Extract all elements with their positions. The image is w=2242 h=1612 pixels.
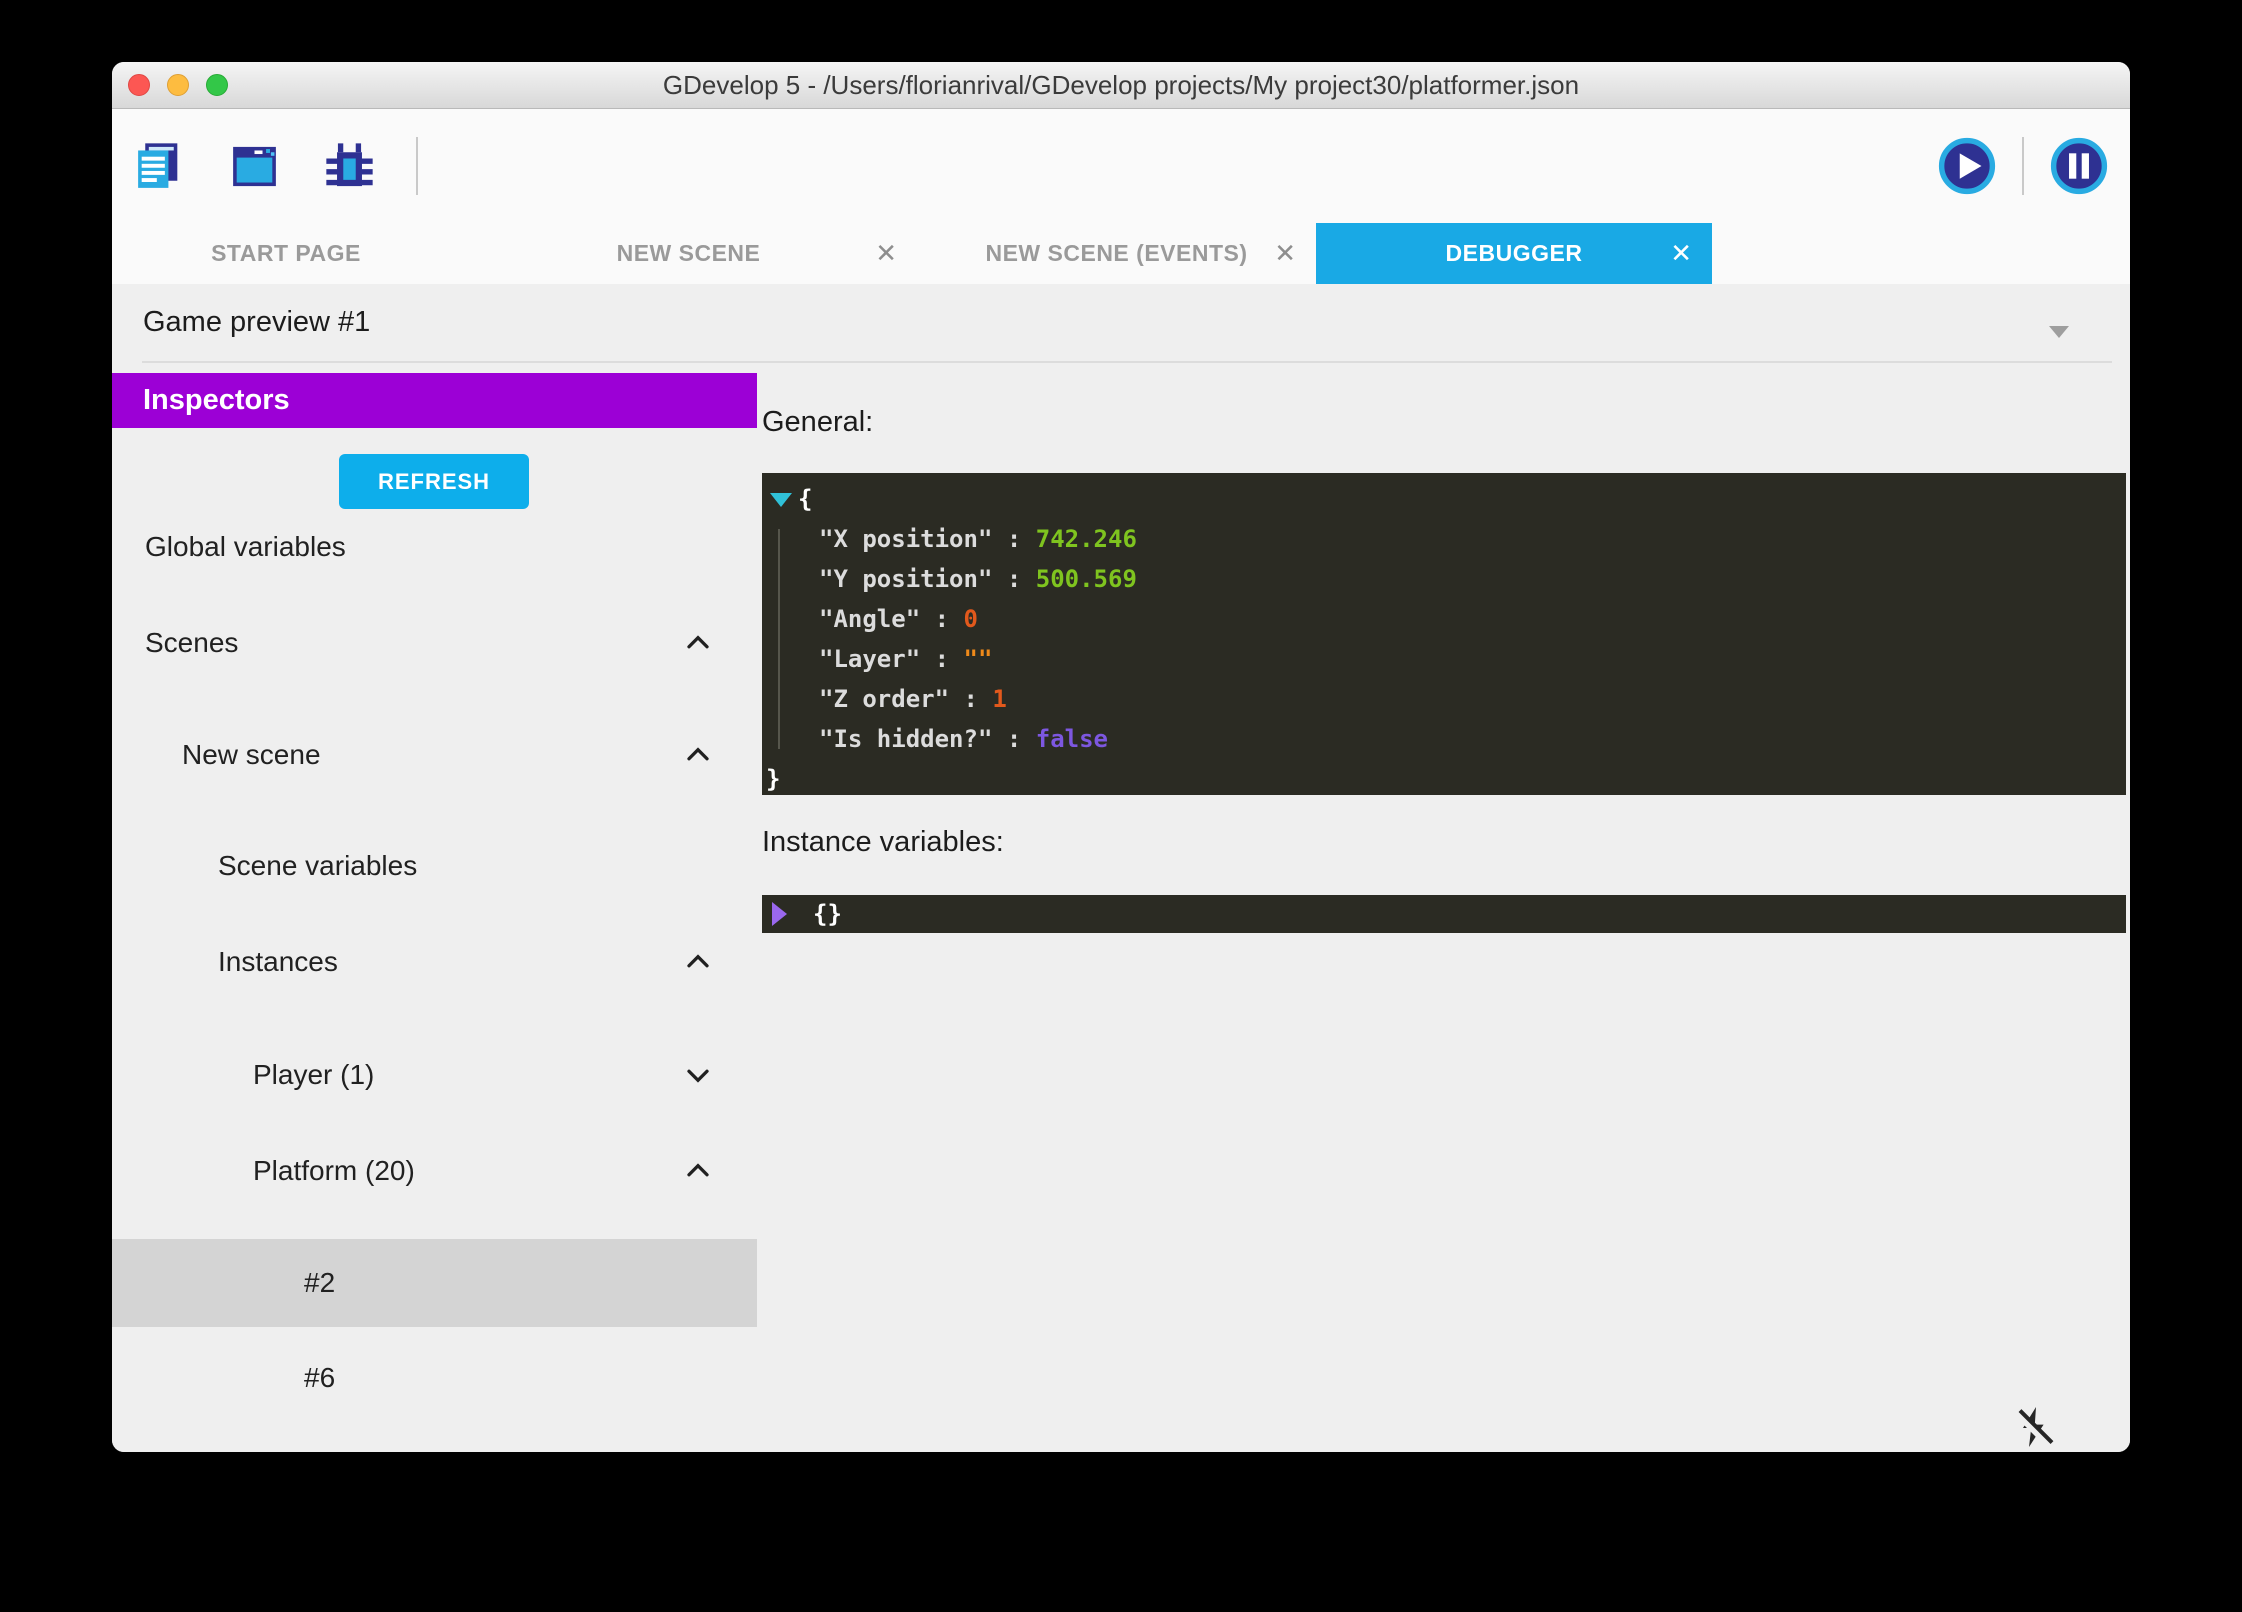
title-bar: GDevelop 5 - /Users/florianrival/GDevelo…: [112, 62, 2130, 109]
tab-new-scene[interactable]: NEW SCENE ✕: [460, 223, 917, 284]
tree-item-instance-6[interactable]: #6: [112, 1334, 757, 1422]
json-value: false: [1036, 725, 1108, 753]
gdevelop-window: GDevelop 5 - /Users/florianrival/GDevelo…: [112, 62, 2130, 1452]
tree-item-instances[interactable]: Instances: [112, 918, 757, 1006]
toolbar: [112, 109, 2130, 223]
triangle-right-icon[interactable]: [772, 902, 787, 926]
chevron-up-icon[interactable]: [680, 625, 716, 661]
chevron-up-icon[interactable]: [680, 944, 716, 980]
tree-item-scenes[interactable]: Scenes: [112, 599, 757, 687]
json-row-layer: "Layer" : "": [762, 639, 2126, 679]
chevron-down-icon[interactable]: [680, 1057, 716, 1093]
refresh-button[interactable]: REFRESH: [339, 454, 529, 509]
game-preview-label: Game preview #1: [143, 284, 370, 361]
json-value: 500.569: [1036, 565, 1137, 593]
general-section-label: General:: [762, 406, 873, 439]
tree-item-global-variables[interactable]: Global variables: [112, 503, 757, 591]
debugger-content: Game preview #1 Inspectors REFRESH Globa…: [112, 284, 2130, 1452]
indent-guide: [778, 529, 780, 749]
toolbar-playback-group: [1938, 137, 2108, 195]
json-row-z-order: "Z order" : 1: [762, 679, 2126, 719]
screen: GDevelop 5 - /Users/florianrival/GDevelo…: [0, 0, 2242, 1612]
close-icon[interactable]: ✕: [1670, 223, 1692, 284]
window-title: GDevelop 5 - /Users/florianrival/GDevelo…: [112, 62, 2130, 108]
json-row-x-position: "X position" : 742.246: [762, 519, 2126, 559]
instance-variables-section-label: Instance variables:: [762, 826, 1004, 859]
pause-icon[interactable]: [2050, 137, 2108, 195]
json-row-is-hidden: "Is hidden?" : false: [762, 719, 2126, 759]
open-brace: {: [798, 485, 812, 513]
inspectors-header: Inspectors: [112, 373, 757, 428]
tab-debugger[interactable]: DEBUGGER ✕: [1316, 223, 1712, 284]
json-row-y-position: "Y position" : 500.569: [762, 559, 2126, 599]
bug-icon[interactable]: [321, 138, 378, 195]
close-window-icon[interactable]: [128, 74, 150, 96]
toolbar-divider: [416, 137, 418, 195]
dropdown-caret-icon[interactable]: [2049, 326, 2069, 338]
tree-item-new-scene[interactable]: New scene: [112, 711, 757, 799]
json-value: "": [964, 645, 993, 673]
inspectors-title: Inspectors: [143, 373, 757, 428]
game-preview-selector[interactable]: Game preview #1: [112, 284, 2130, 361]
flash-off-icon[interactable]: [2010, 1403, 2058, 1451]
tab-label: NEW SCENE (EVENTS): [985, 240, 1247, 267]
tab-label: NEW SCENE: [617, 240, 761, 267]
tree-item-instance-2[interactable]: #2: [112, 1239, 757, 1327]
tab-bar: START PAGE NEW SCENE ✕ NEW SCENE (EVENTS…: [112, 223, 2130, 284]
instance-variables-json-view: {}: [762, 895, 2126, 933]
divider: [142, 361, 2112, 363]
tab-label: START PAGE: [211, 240, 361, 267]
triangle-down-icon[interactable]: [770, 493, 792, 507]
close-brace: }: [766, 765, 780, 793]
chevron-up-icon[interactable]: [680, 1153, 716, 1189]
tree-item-scene-variables[interactable]: Scene variables: [112, 822, 757, 910]
minimize-window-icon[interactable]: [167, 74, 189, 96]
tree-item-player[interactable]: Player (1): [112, 1031, 757, 1119]
json-row-angle: "Angle" : 0: [762, 599, 2126, 639]
traffic-lights: [128, 62, 228, 108]
tab-start-page[interactable]: START PAGE: [112, 223, 460, 284]
playback-divider: [2022, 137, 2024, 195]
tab-label: DEBUGGER: [1446, 240, 1583, 267]
close-icon[interactable]: ✕: [875, 223, 897, 284]
chevron-up-icon[interactable]: [680, 737, 716, 773]
preview-window-icon[interactable]: [226, 138, 283, 195]
play-icon[interactable]: [1938, 137, 1996, 195]
zoom-window-icon[interactable]: [206, 74, 228, 96]
json-value: 1: [992, 685, 1006, 713]
empty-object: {}: [813, 900, 842, 928]
close-icon[interactable]: ✕: [1274, 223, 1296, 284]
json-value: 0: [964, 605, 978, 633]
project-manager-icon[interactable]: [131, 138, 188, 195]
tree-item-platform[interactable]: Platform (20): [112, 1127, 757, 1215]
tab-new-scene-events[interactable]: NEW SCENE (EVENTS) ✕: [917, 223, 1316, 284]
json-value: 742.246: [1036, 525, 1137, 553]
general-json-view: { "X position" : 742.246 "Y position" : …: [762, 473, 2126, 795]
